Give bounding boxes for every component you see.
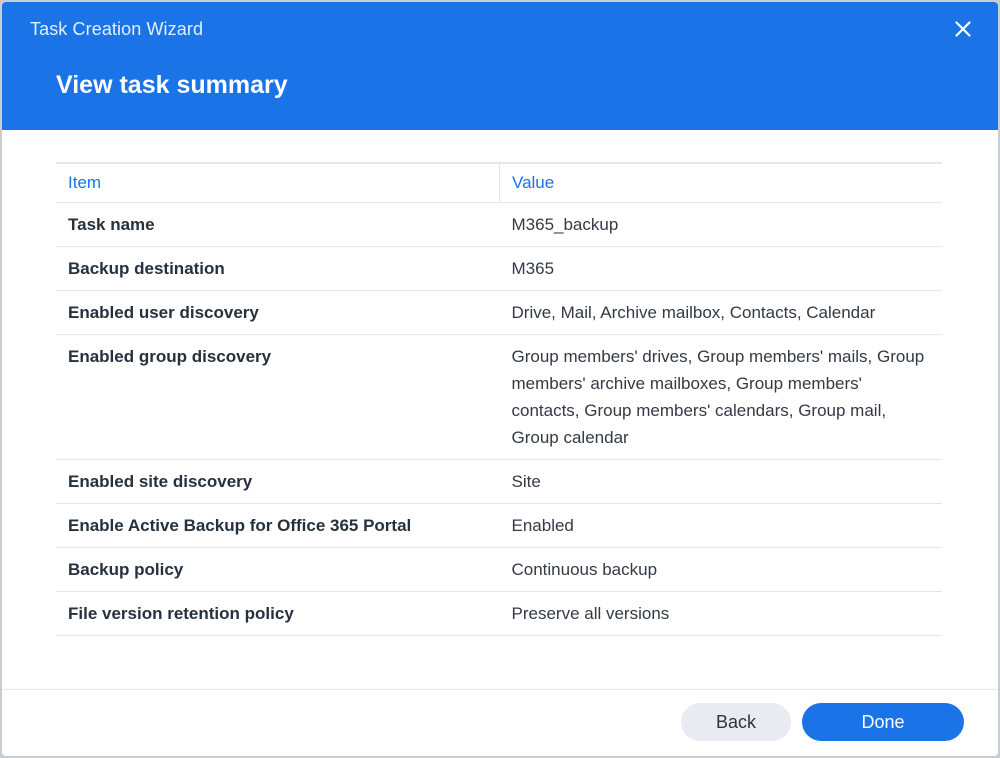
table-row: Enabled group discovery Group members' d… <box>56 334 942 460</box>
page-title: View task summary <box>56 71 288 99</box>
summary-table: Item Value Task name M365_backup Backup … <box>56 162 942 636</box>
table-row: Enable Active Backup for Office 365 Port… <box>56 503 942 548</box>
table-header-row: Item Value <box>56 162 942 203</box>
table-row: Backup policy Continuous backup <box>56 547 942 592</box>
row-value: Preserve all versions <box>499 591 942 636</box>
column-header-value: Value <box>499 162 942 203</box>
table-row: Backup destination M365 <box>56 246 942 291</box>
row-value: Site <box>499 459 942 504</box>
table-row: Enabled user discovery Drive, Mail, Arch… <box>56 290 942 335</box>
row-item: Enabled group discovery <box>56 334 500 460</box>
row-value: M365_backup <box>499 202 942 247</box>
row-value: Drive, Mail, Archive mailbox, Contacts, … <box>499 290 942 335</box>
row-item: Task name <box>56 202 500 247</box>
done-button[interactable]: Done <box>802 703 964 741</box>
row-item: Backup destination <box>56 246 500 291</box>
row-item: Enabled site discovery <box>56 459 500 504</box>
window-title: Task Creation Wizard <box>30 19 204 39</box>
table-row: Task name M365_backup <box>56 202 942 247</box>
row-value: Continuous backup <box>499 547 942 592</box>
row-item: Enable Active Backup for Office 365 Port… <box>56 503 500 548</box>
table-row: File version retention policy Preserve a… <box>56 591 942 636</box>
close-icon <box>955 21 971 37</box>
dialog-footer: Back Done <box>2 689 998 756</box>
wizard-dialog: Task Creation Wizard View task summary I… <box>2 2 998 756</box>
dialog-header: Task Creation Wizard View task summary <box>2 2 998 130</box>
row-item: File version retention policy <box>56 591 500 636</box>
table-row: Enabled site discovery Site <box>56 459 942 504</box>
row-item: Backup policy <box>56 547 500 592</box>
row-item: Enabled user discovery <box>56 290 500 335</box>
row-value: Group members' drives, Group members' ma… <box>499 334 942 460</box>
row-value: M365 <box>499 246 942 291</box>
back-button[interactable]: Back <box>681 703 791 741</box>
column-header-item: Item <box>56 162 500 203</box>
close-button[interactable] <box>950 16 976 42</box>
row-value: Enabled <box>499 503 942 548</box>
